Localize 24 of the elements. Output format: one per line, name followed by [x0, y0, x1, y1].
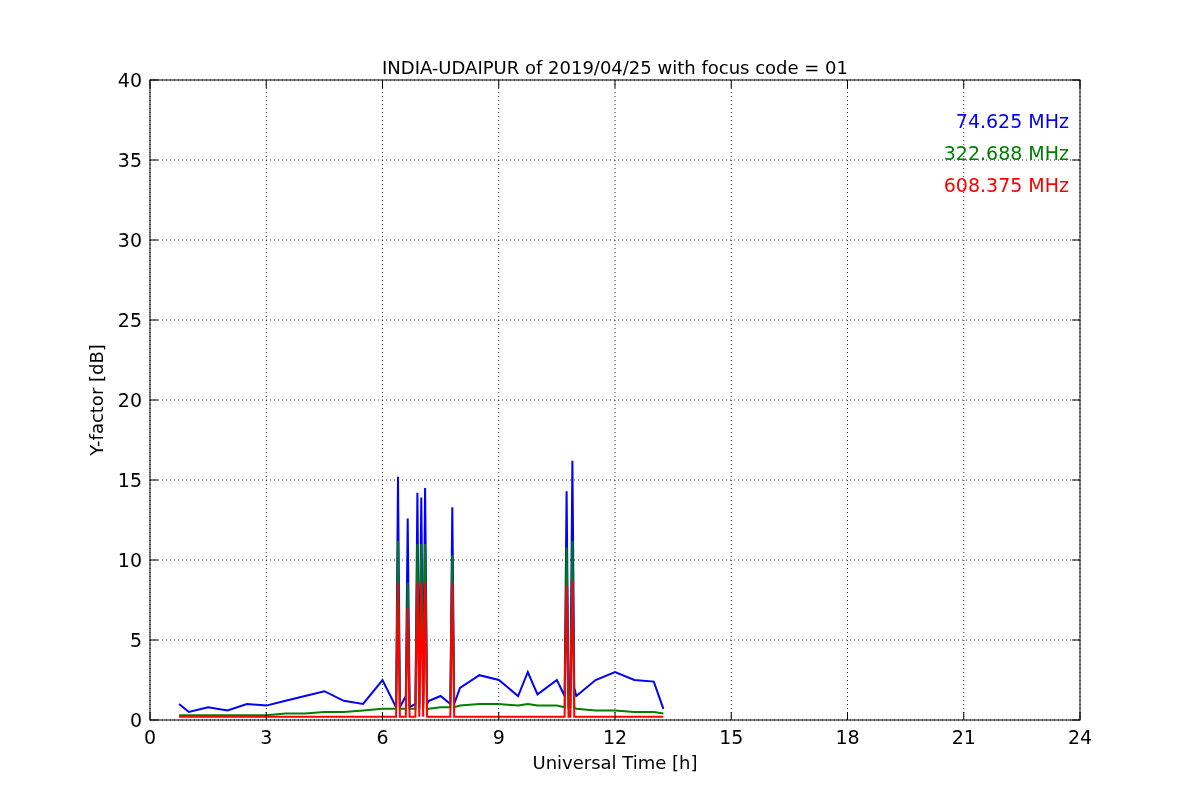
tick-label: 40 [117, 69, 142, 91]
tick-label: 30 [117, 229, 142, 251]
legend-label: 322.688 MHz [943, 142, 1069, 164]
tick-label: 3 [260, 726, 273, 748]
tick-label: 15 [117, 469, 142, 491]
legend-label: 74.625 MHz [955, 110, 1069, 132]
tick-label: 20 [117, 389, 142, 411]
chart-title: INDIA-UDAIPUR of 2019/04/25 with focus code = 01 [382, 57, 848, 78]
y-axis-label: Y-factor [dB] [86, 344, 107, 456]
tick-label: 15 [719, 726, 744, 748]
tick-label: 21 [951, 726, 976, 748]
tick-label: 0 [143, 726, 157, 748]
tick-label: 35 [117, 149, 142, 171]
legend-label: 608.375 MHz [943, 174, 1069, 196]
x-axis-label: Universal Time [h] [532, 752, 698, 773]
tick-label: 5 [129, 629, 142, 651]
tick-label: 25 [117, 309, 142, 331]
tick-label: 18 [835, 726, 860, 748]
tick-label: 9 [492, 726, 505, 748]
tick-label: 6 [376, 726, 389, 748]
tick-label: 24 [1067, 726, 1093, 748]
tick-label: 10 [117, 549, 142, 571]
tick-label: 12 [602, 726, 628, 748]
tick-label: 0 [129, 709, 142, 731]
